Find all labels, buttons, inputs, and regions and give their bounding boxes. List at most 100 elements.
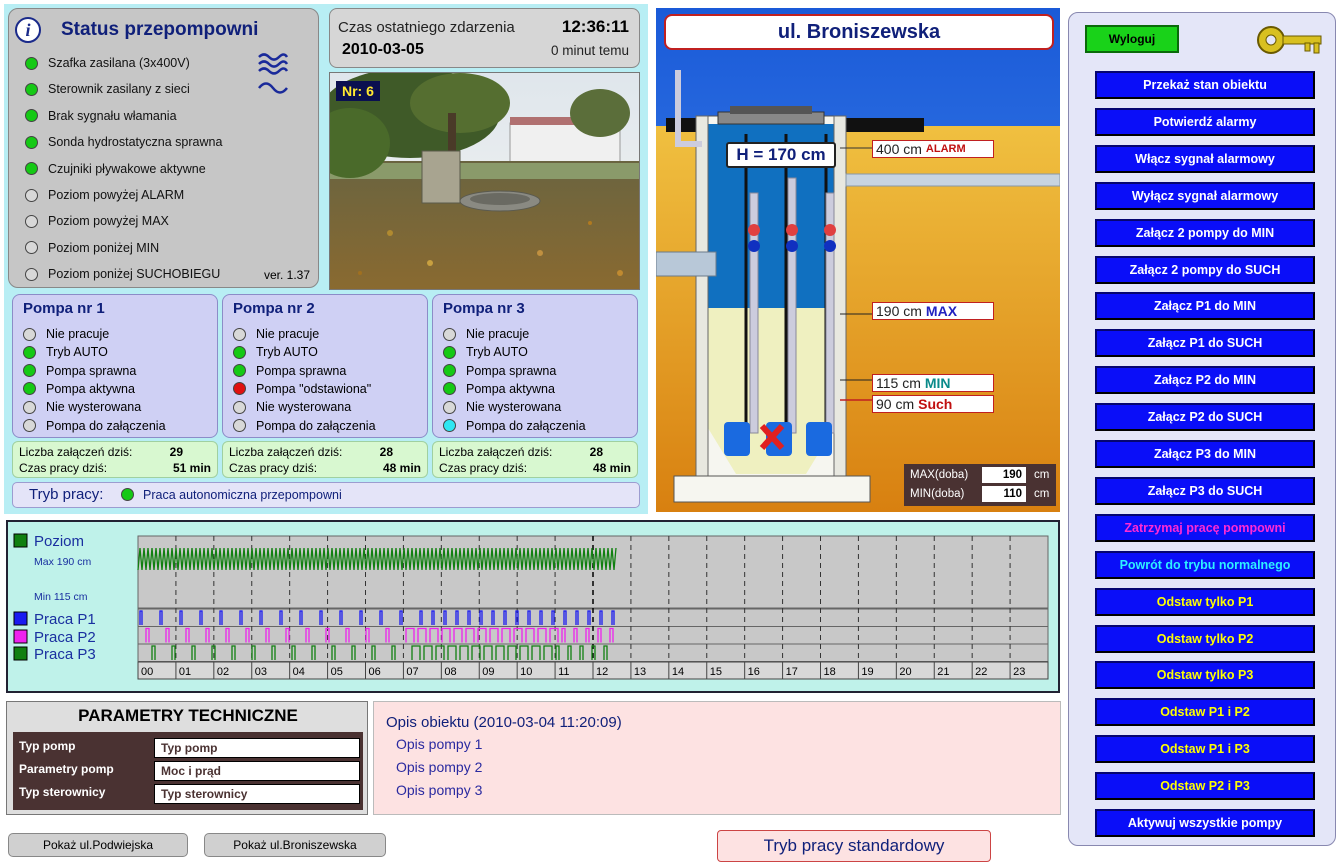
x-tick-label: 06 [369,666,381,678]
pump-status-label: Nie pracuje [466,327,530,341]
action-button[interactable]: Zatrzymaj pracę pompowni [1095,513,1315,542]
action-button[interactable]: Załącz P1 do SUCH [1095,329,1315,358]
status-item-label: Poziom poniżej SUCHOBIEGU [48,267,221,282]
x-tick-label: 21 [937,666,949,678]
level-tag: MIN [924,375,951,391]
param-value: Typ pomp [154,738,360,758]
pump-status-label: Pompa aktywna [466,381,555,396]
x-tick-label: 05 [331,666,343,678]
pump-status-row: Pompa aktywna [23,380,135,398]
pump-time-label: Czas pracy dziś: [19,461,108,475]
pump-status-label: Nie wysterowana [256,400,352,415]
operating-mode-indicator [121,488,134,501]
action-button[interactable]: Załącz 2 pompy do SUCH [1095,255,1315,284]
pump-panel-2: Pompa nr 2 Nie pracuje Tryb AUTO Pompa spra… [222,294,428,438]
legend-swatch [13,611,28,626]
pump-count-value: 29 [169,445,183,459]
action-button[interactable]: Załącz P2 do MIN [1095,366,1315,395]
x-tick-label: 01 [179,666,191,678]
technical-params-panel: PARAMETRY TECHNICZNE Typ pomp Typ pomp Par… [6,701,368,815]
status-item-label: Brak sygnału włamania [48,108,177,123]
action-button[interactable]: Przekaż stan obiektu [1095,71,1315,99]
x-tick-label: 15 [710,666,722,678]
pump-status-label: Pompa do załączenia [46,418,166,433]
pump-time-value: 48 min [382,461,421,475]
legend-swatch [13,629,28,644]
action-button[interactable]: Załącz P1 do MIN [1095,292,1315,321]
param-value: Typ sterownicy [154,784,360,804]
param-label: Parametry pomp [19,762,114,776]
pump-status-indicator [233,382,246,396]
pump-status-row: Nie pracuje [443,325,529,343]
action-button[interactable]: Powrót do trybu normalnego [1095,550,1315,579]
history-chart: Poziom Praca P1Praca P2Praca P3 Max 190 cm… [13,533,1049,680]
water-height-readout: H = 170 cm [726,142,836,168]
action-button[interactable]: Odstaw P1 i P2 [1095,698,1315,727]
pump-status-label: Tryb AUTO [46,345,108,360]
action-button[interactable]: Aktywuj wszystkie pompy [1095,809,1315,837]
pump-status-indicator [233,327,246,341]
last-event-date: 2010-03-05 [342,41,424,58]
status-item-label: Poziom powyżej ALARM [48,188,185,202]
status-item-label: Poziom poniżej MIN [48,240,160,255]
status-item-label: Szafka zasilana (3x400V) [48,56,190,70]
action-button[interactable]: Odstaw P2 i P3 [1095,772,1315,801]
status-item-label: Poziom powyżej MAX [48,214,169,229]
action-button[interactable]: Załącz P2 do SUCH [1095,403,1315,432]
daily-extremes-box: MAX(doba) 190 cm MIN(doba) 110 cm [904,464,1056,506]
x-tick-label: 19 [861,666,873,678]
pump-status-indicator [23,419,36,432]
x-tick-label: 22 [975,666,987,678]
legend-label: Poziom [34,533,84,550]
status-item-label: Sonda hydrostatyczna sprawna [48,135,223,150]
pump-stats-2: Liczba załączeń dziś: 28 Czas pracy dziś: 4… [222,441,428,478]
logout-button[interactable]: Wyloguj [1085,25,1179,53]
pump-status-label: Nie wysterowana [46,400,142,415]
pump-status-row: Tryb AUTO [23,343,108,361]
pump-status-indicator [443,364,456,378]
pump-status-indicator [23,345,36,359]
action-button[interactable]: Wyłącz sygnał alarmowy [1095,181,1315,210]
action-button[interactable]: Odstaw P1 i P3 [1095,735,1315,764]
action-button[interactable]: Załącz 2 pompy do MIN [1095,218,1315,247]
pump-time-value: 48 min [592,461,631,475]
pump-count-label: Liczba załączeń dziś: [19,445,133,459]
action-button[interactable]: Potwierdź alarmy [1095,107,1315,136]
x-tick-label: 00 [141,666,153,678]
status-item: Poziom poniżej MIN [25,239,159,257]
pump-count-value: 28 [589,445,603,459]
status-item-label: Czujniki pływakowe aktywne [48,161,206,176]
x-tick-label: 11 [558,666,569,678]
daily-max-value: 190 [982,467,1026,483]
action-button[interactable]: Załącz P3 do MIN [1095,440,1315,468]
status-indicator [25,267,38,281]
action-button[interactable]: Odstaw tylko P3 [1095,661,1315,690]
pump-status-label: Pompa do załączenia [466,418,586,433]
operating-mode-bar: Tryb pracy: Praca autonomiczna przepompo… [12,482,640,508]
action-button[interactable]: Włącz sygnał alarmowy [1095,144,1315,173]
show-broniszewska-button[interactable]: Pokaż ul.Broniszewska [204,833,386,857]
tank-diagram: ul. Broniszewska H = 170 cm 400 cm ALARM 1… [656,8,1060,512]
pump-status-row: Pompa do załączenia [233,417,376,435]
pump-stats-1: Liczba załączeń dziś: 29 Czas pracy dziś: 5… [12,441,218,478]
action-button[interactable]: Odstaw tylko P1 [1095,587,1315,616]
action-button[interactable]: Załącz P3 do SUCH [1095,476,1315,505]
pump-status-row: Pompa "odstawiona" [233,380,371,398]
pump-status-label: Pompa "odstawiona" [256,381,372,396]
x-tick-label: 08 [444,666,456,678]
pump-status-row: Tryb AUTO [443,343,528,361]
info-icon[interactable]: i [15,17,41,43]
param-label: Typ pomp [19,739,76,753]
object-description: Opis obiektu (2010-03-04 11:20:09) Opis … [373,701,1061,815]
status-item: Poziom powyżej ALARM [25,186,184,204]
action-button[interactable]: Odstaw tylko P2 [1095,624,1315,653]
status-indicator [25,109,38,123]
legend-label: Praca P1 [34,611,96,628]
x-tick-label: 17 [786,666,798,678]
x-tick-label: 12 [596,666,608,678]
param-label: Typ sterownicy [19,785,106,799]
status-title: Status przepompowni [61,19,259,40]
status-indicator [25,56,38,70]
last-event-label: Czas ostatniego zdarzenia [338,19,515,36]
show-podwiejska-button[interactable]: Pokaż ul.Podwiejska [8,833,188,857]
